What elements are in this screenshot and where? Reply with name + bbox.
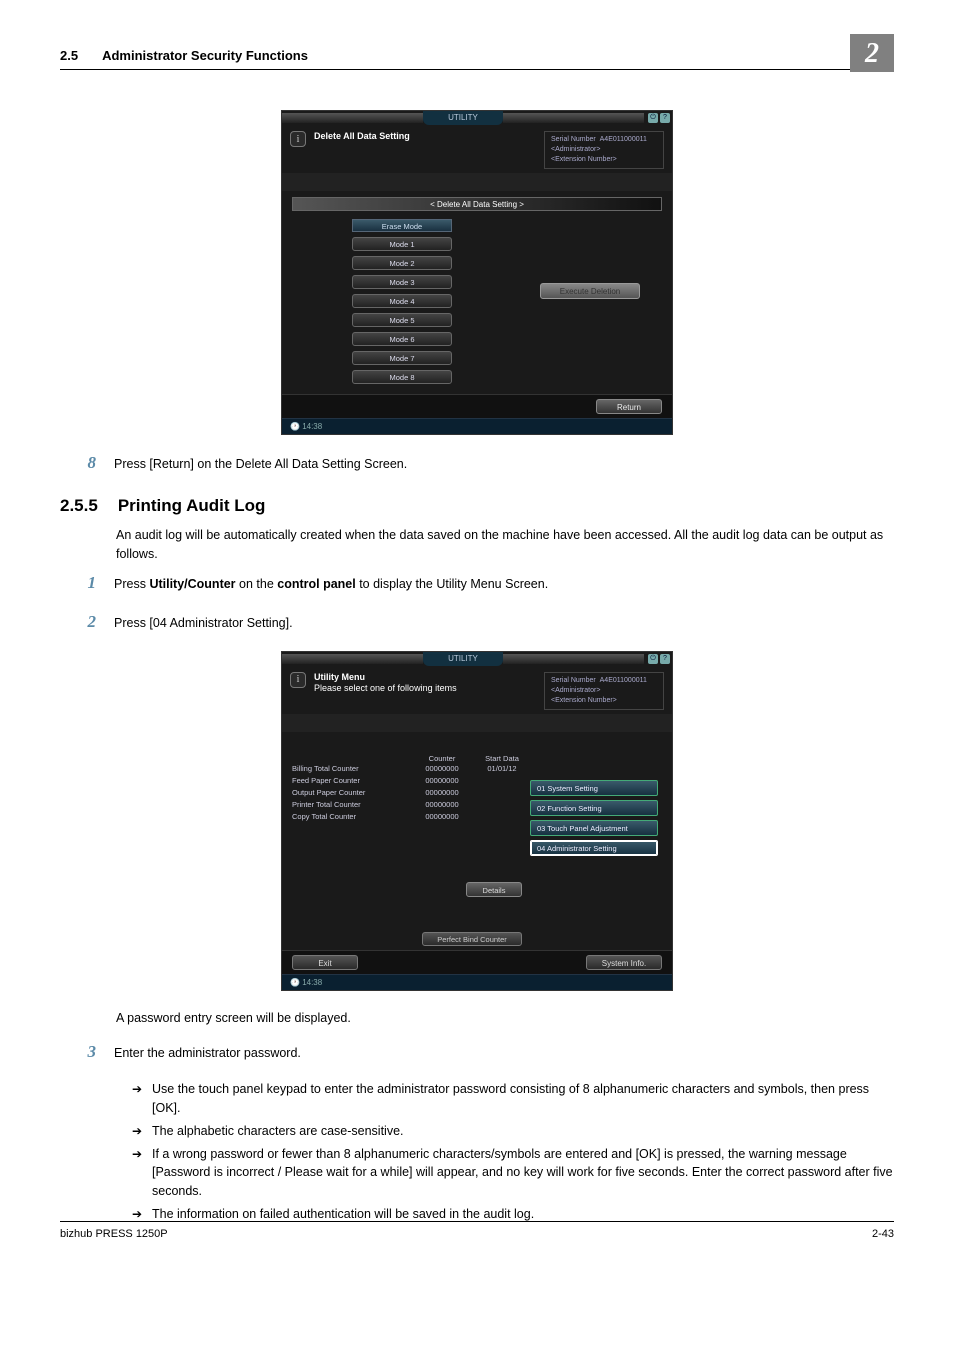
step-2-text: Press [04 Administrator Setting]. <box>114 612 894 633</box>
mode-button[interactable]: Mode 5 <box>352 313 452 327</box>
power-icon[interactable]: ⏻ <box>648 113 658 123</box>
password-screen-note: A password entry screen will be displaye… <box>116 1009 894 1028</box>
footer-product: bizhub PRESS 1250P <box>60 1228 168 1240</box>
subsection-title: Printing Audit Log <box>118 496 266 516</box>
mode-button[interactable]: Mode 1 <box>352 237 452 251</box>
serial-box: Serial Number A4E011000011 <Administrato… <box>544 131 664 169</box>
screenshot-utility-menu: UTILITY ⏻? i Utility Menu Please select … <box>281 651 673 991</box>
step-number-1: 1 <box>60 573 96 594</box>
menu-system-setting[interactable]: 01 System Setting <box>530 780 658 796</box>
help-icon[interactable]: ? <box>660 654 670 664</box>
exit-button[interactable]: Exit <box>292 955 358 970</box>
delete-section-header: < Delete All Data Setting > <box>292 197 662 211</box>
section-intro: An audit log will be automatically creat… <box>116 526 894 564</box>
mode-button[interactable]: Mode 7 <box>352 351 452 365</box>
perfect-bind-counter-button[interactable]: Perfect Bind Counter <box>422 932 522 946</box>
utility-menu-subtitle: Please select one of following items <box>314 683 457 694</box>
table-row: Billing Total Counter0000000001/01/12 <box>292 763 662 775</box>
list-item: If a wrong password or fewer than 8 alph… <box>132 1145 894 1201</box>
erase-mode-header: Erase Mode <box>352 219 452 232</box>
header-rule <box>60 69 894 70</box>
header-section-num: 2.5 <box>60 48 78 63</box>
panel-tab-label: UTILITY <box>423 111 503 125</box>
mode-button[interactable]: Mode 3 <box>352 275 452 289</box>
help-icon[interactable]: ? <box>660 113 670 123</box>
menu-touch-panel-adjustment[interactable]: 03 Touch Panel Adjustment <box>530 820 658 836</box>
mode-button[interactable]: Mode 2 <box>352 256 452 270</box>
step-1-text: Press Utility/Counter on the control pan… <box>114 573 894 594</box>
info-icon: i <box>290 672 306 688</box>
system-info-button[interactable]: System Info. <box>586 955 662 970</box>
menu-administrator-setting[interactable]: 04 Administrator Setting <box>530 840 658 856</box>
panel-tab-label: UTILITY <box>423 652 503 666</box>
mode-button[interactable]: Mode 6 <box>352 332 452 346</box>
step-number-8: 8 <box>60 453 96 474</box>
mode-button[interactable]: Mode 4 <box>352 294 452 308</box>
header-section-title: Administrator Security Functions <box>102 48 308 63</box>
info-icon: i <box>290 131 306 147</box>
power-icon[interactable]: ⏻ <box>648 654 658 664</box>
mode-button[interactable]: Mode 8 <box>352 370 452 384</box>
utility-menu-title: Utility Menu <box>314 672 457 683</box>
screenshot-delete-all-data: UTILITY ⏻? i Delete All Data Setting Ser… <box>281 110 673 435</box>
subsection-number: 2.5.5 <box>60 496 98 516</box>
step-3-text: Enter the administrator password. <box>114 1042 894 1063</box>
footer-page: 2-43 <box>872 1228 894 1240</box>
serial-box: Serial Number A4E011000011 <Administrato… <box>544 672 664 710</box>
menu-function-setting[interactable]: 02 Function Setting <box>530 800 658 816</box>
details-button[interactable]: Details <box>466 882 522 897</box>
status-bar: 🕐 14:38 <box>282 418 672 434</box>
step-8-text: Press [Return] on the Delete All Data Se… <box>114 453 894 474</box>
panel-title: Delete All Data Setting <box>314 131 410 142</box>
execute-deletion-button[interactable]: Execute Deletion <box>540 283 640 299</box>
list-item: The alphabetic characters are case-sensi… <box>132 1122 894 1141</box>
chapter-badge: 2 <box>850 34 894 72</box>
step-number-3: 3 <box>60 1042 96 1063</box>
return-button[interactable]: Return <box>596 399 662 414</box>
status-bar: 🕐 14:38 <box>282 974 672 990</box>
list-item: Use the touch panel keypad to enter the … <box>132 1080 894 1118</box>
step-3-bullets: Use the touch panel keypad to enter the … <box>132 1080 894 1223</box>
step-number-2: 2 <box>60 612 96 633</box>
